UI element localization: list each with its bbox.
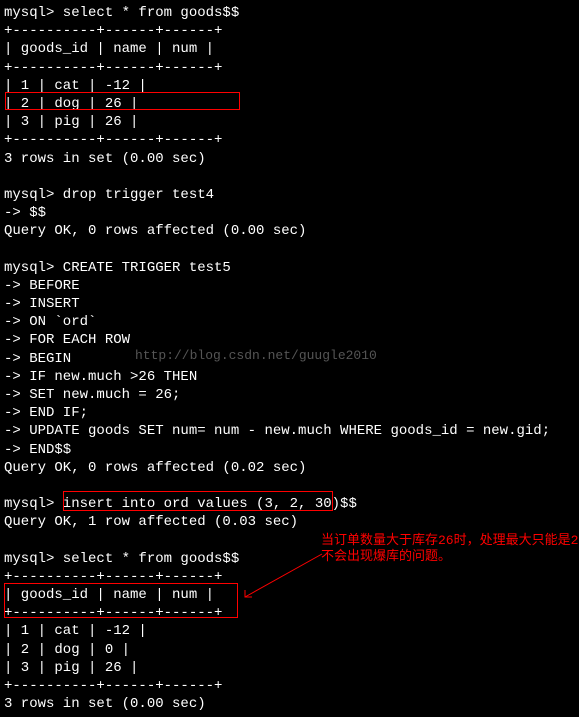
table1-sep: +----------+------+------+	[4, 59, 575, 77]
annotation-line2: 不会出现爆库的问题。	[321, 549, 579, 565]
sql-cont: -> END IF;	[4, 404, 575, 422]
result-message: 3 rows in set (0.00 sec)	[4, 150, 575, 168]
table1-row: | 3 | pig | 26 |	[4, 113, 575, 131]
sql-insert: mysql> insert into ord values (3, 2, 30)…	[4, 495, 575, 513]
sql-cont: -> $$	[4, 204, 575, 222]
table1-sep: +----------+------+------+	[4, 131, 575, 149]
sql-cont: -> INSERT	[4, 295, 575, 313]
sql-create-trigger: mysql> CREATE TRIGGER test5	[4, 259, 575, 277]
result-message: Query OK, 0 rows affected (0.00 sec)	[4, 222, 575, 240]
sql-cont: -> SET new.much = 26;	[4, 386, 575, 404]
table2-row: | 3 | pig | 26 |	[4, 659, 575, 677]
table1-header: | goods_id | name | num |	[4, 40, 575, 58]
table1-sep: +----------+------+------+	[4, 22, 575, 40]
sql-drop-trigger: mysql> drop trigger test4	[4, 186, 575, 204]
annotation-line1: 当订单数量大于库存26时，处理最大只能是26，	[321, 533, 579, 549]
table2-sep: +----------+------+------+	[4, 604, 575, 622]
sql-cont: -> FOR EACH ROW	[4, 331, 575, 349]
table1-row: | 2 | dog | 26 |	[4, 95, 575, 113]
watermark: http://blog.csdn.net/guugle2010	[135, 348, 377, 365]
table2-sep: +----------+------+------+	[4, 677, 575, 695]
table1-row: | 1 | cat | -12 |	[4, 77, 575, 95]
result-message: 3 rows in set (0.00 sec)	[4, 695, 575, 713]
result-message: Query OK, 0 rows affected (0.02 sec)	[4, 459, 575, 477]
table2-sep: +----------+------+------+	[4, 568, 575, 586]
sql-cont: -> UPDATE goods SET num= num - new.much …	[4, 422, 575, 440]
table2-row: | 1 | cat | -12 |	[4, 622, 575, 640]
sql-cont: -> IF new.much >26 THEN	[4, 368, 575, 386]
table2-row: | 2 | dog | 0 |	[4, 641, 575, 659]
sql-cont: -> ON `ord`	[4, 313, 575, 331]
annotation-text: 当订单数量大于库存26时，处理最大只能是26， 不会出现爆库的问题。	[321, 533, 579, 564]
sql-select-1: mysql> select * from goods$$	[4, 4, 575, 22]
result-message: Query OK, 1 row affected (0.03 sec)	[4, 513, 575, 531]
table2-header: | goods_id | name | num |	[4, 586, 575, 604]
sql-cont: -> END$$	[4, 441, 575, 459]
sql-cont: -> BEFORE	[4, 277, 575, 295]
